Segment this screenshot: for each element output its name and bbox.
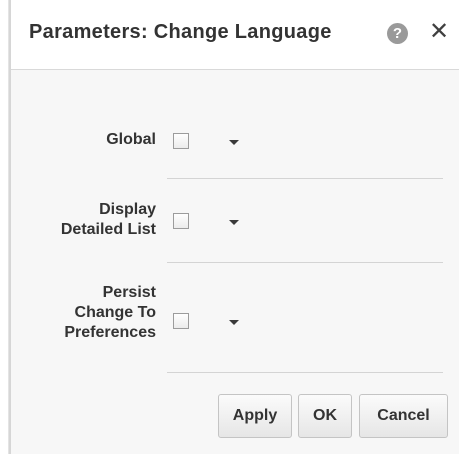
parameter-label-display-detailed-list: Display Detailed List: [61, 200, 156, 240]
row-divider: [167, 372, 443, 373]
close-icon[interactable]: ✕: [428, 20, 450, 44]
background-page-edge: [0, 0, 9, 454]
apply-button[interactable]: Apply: [218, 394, 292, 438]
persist-change-dropdown-arrow-icon[interactable]: [229, 320, 239, 325]
help-icon[interactable]: ?: [387, 23, 408, 44]
row-divider: [167, 262, 443, 263]
parameter-label-global: Global: [106, 130, 156, 150]
dialog-title: Parameters: Change Language: [29, 21, 332, 43]
parameter-label-line: Change To: [74, 304, 156, 321]
dialog-body: Global Display Detailed List Persist Cha…: [11, 70, 459, 454]
parameters-dialog: Parameters: Change Language ? ✕ Global D…: [9, 0, 459, 454]
parameter-label-line: Detailed List: [60, 221, 156, 238]
parameter-label-line: Display: [99, 201, 156, 218]
row-divider: [167, 178, 443, 179]
cancel-button[interactable]: Cancel: [359, 394, 448, 438]
parameter-label-line: Persist: [102, 284, 156, 301]
display-detailed-list-checkbox[interactable]: [173, 213, 189, 229]
dialog-titlebar: Parameters: Change Language ? ✕: [11, 0, 459, 70]
parameter-label-line: Global: [106, 131, 156, 148]
ok-button[interactable]: OK: [298, 394, 352, 438]
persist-change-checkbox[interactable]: [173, 313, 189, 329]
global-dropdown-arrow-icon[interactable]: [229, 140, 239, 145]
parameter-label-line: Preferences: [64, 324, 156, 341]
global-checkbox[interactable]: [173, 133, 189, 149]
parameter-label-persist-change: Persist Change To Preferences: [64, 283, 156, 343]
display-detailed-list-dropdown-arrow-icon[interactable]: [229, 220, 239, 225]
